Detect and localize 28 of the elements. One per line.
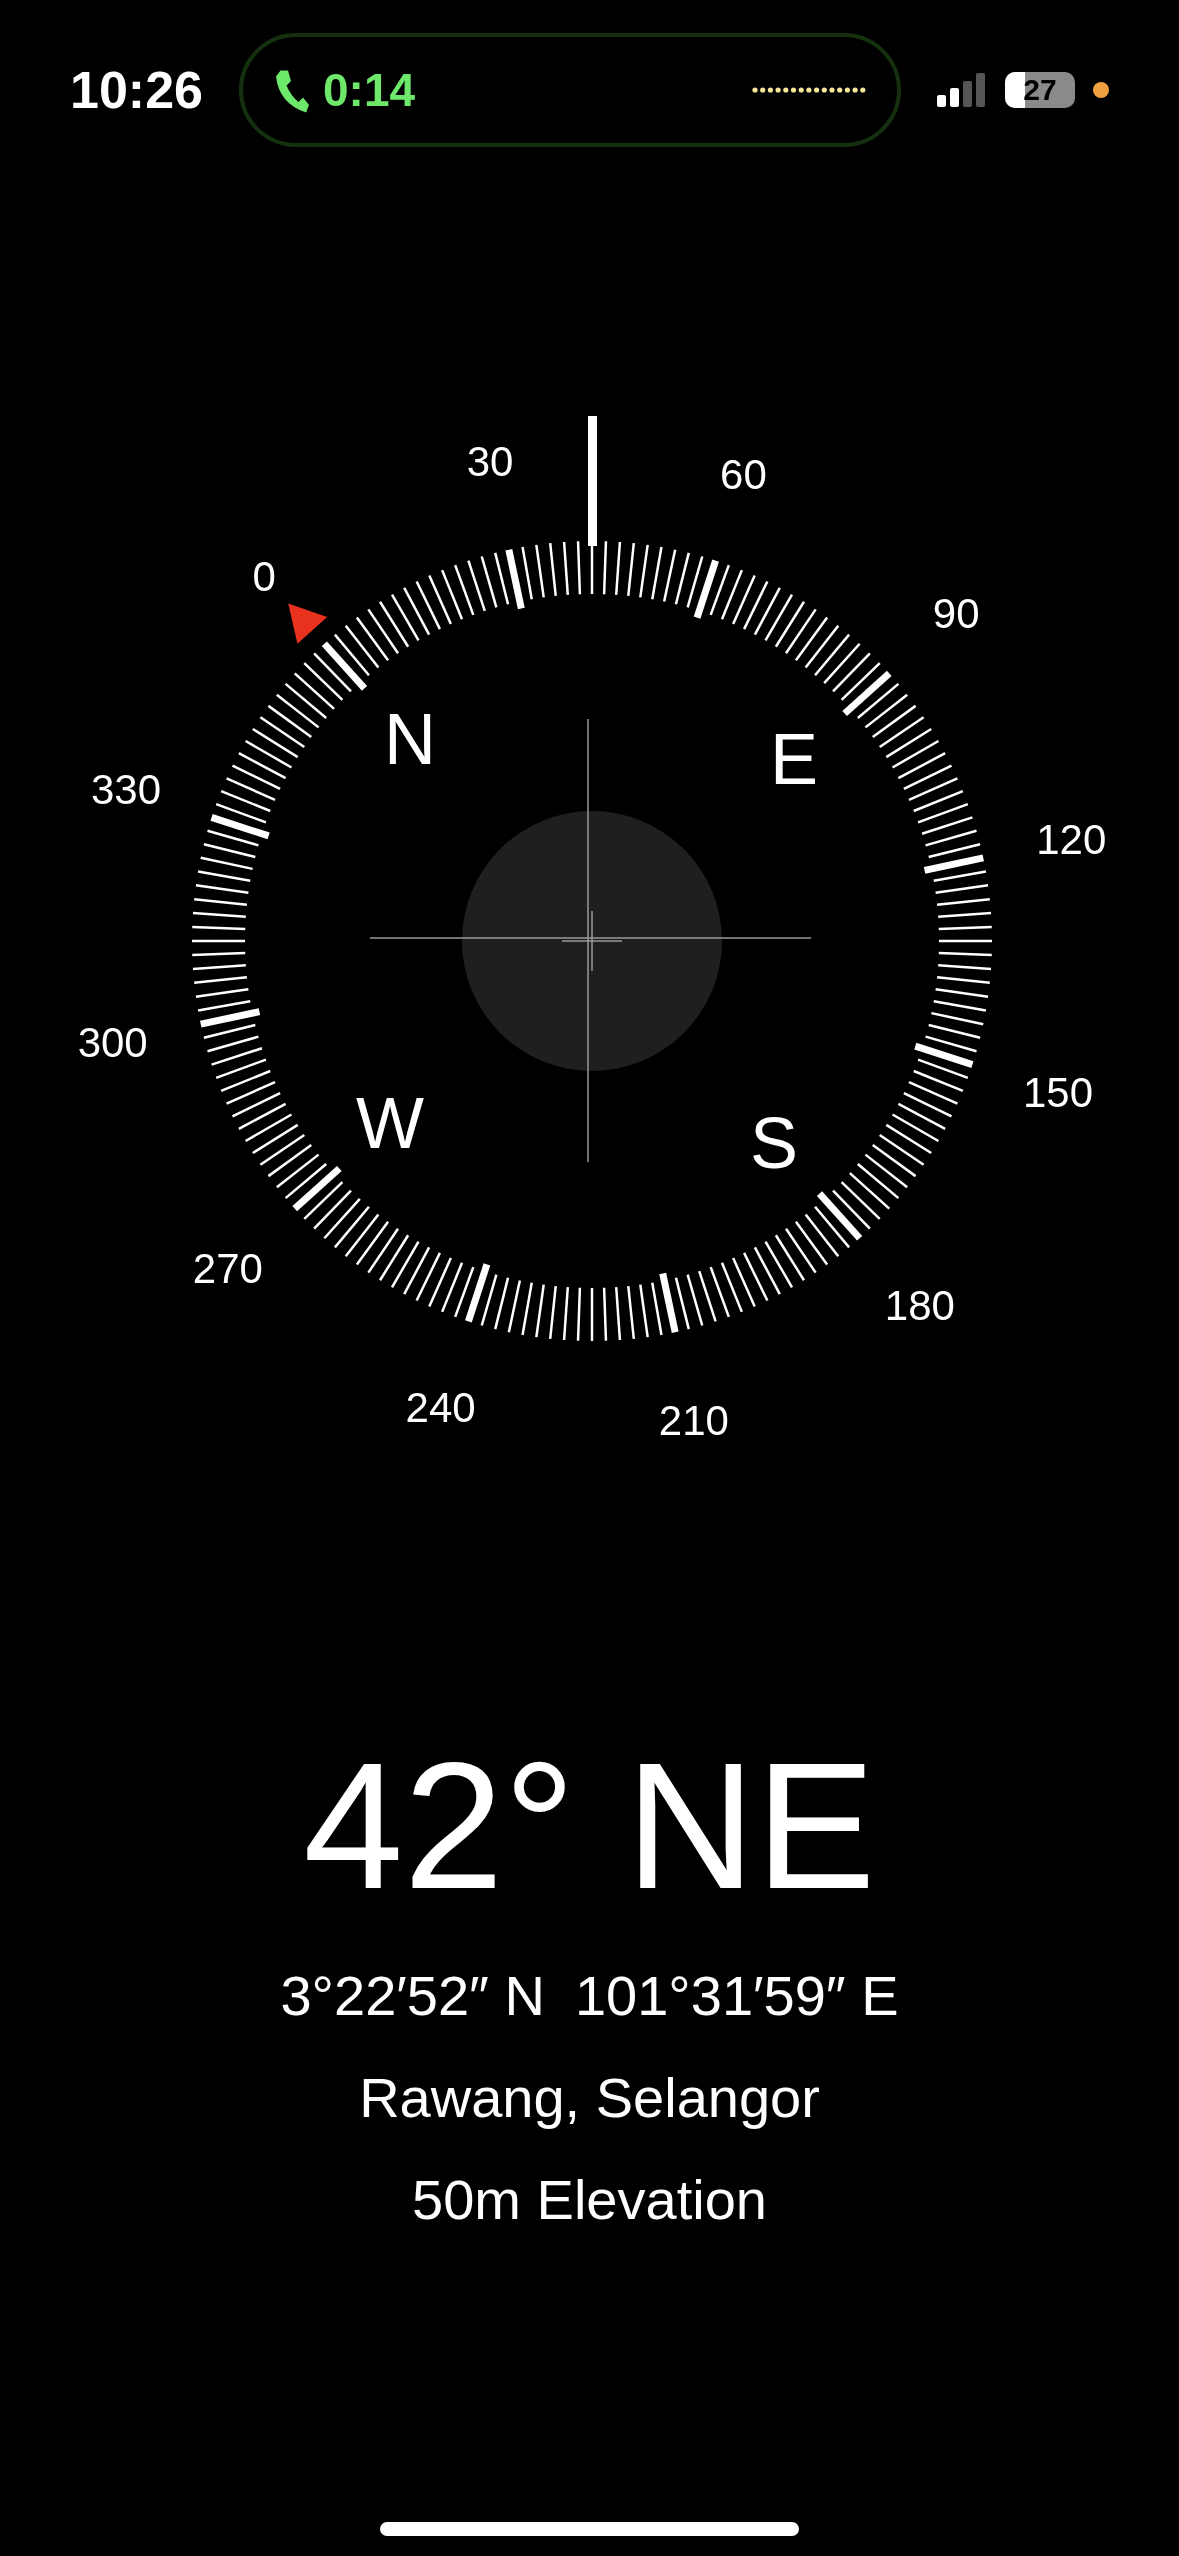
coordinate-text: 3°22′52″ N <box>280 1963 545 2029</box>
heading-reading: 42° NE <box>303 1736 876 1916</box>
degree-label: 240 <box>405 1383 476 1431</box>
degree-label: 30 <box>466 438 514 486</box>
cardinal-label: W <box>355 1083 424 1163</box>
degree-label: 180 <box>884 1281 955 1329</box>
call-indicator-pill[interactable]: 0:14 <box>239 33 901 147</box>
elevation-text: 50m Elevation <box>412 2167 767 2233</box>
degree-label: 330 <box>90 766 161 814</box>
degree-label: 150 <box>1023 1068 1094 1116</box>
degree-label: 60 <box>720 451 767 499</box>
audio-wave-icon <box>751 86 867 94</box>
cardinal-label: S <box>750 1103 798 1184</box>
cardinal-label: E <box>770 719 819 799</box>
degree-label: 0 <box>252 553 276 601</box>
degree-label: 270 <box>192 1245 263 1293</box>
degree-label: 120 <box>1036 815 1107 863</box>
home-indicator[interactable] <box>380 2522 799 2536</box>
status-time: 10:26 <box>70 60 203 121</box>
degree-label: 210 <box>658 1396 729 1444</box>
degree-label: 300 <box>77 1019 148 1067</box>
coordinate-text: 101°31′59″ E <box>574 1963 899 2029</box>
cardinal-label: N <box>384 698 436 779</box>
degree-label: 90 <box>932 589 980 637</box>
location-text: Rawang, Selangor <box>359 2065 820 2131</box>
call-duration: 0:14 <box>323 62 416 118</box>
signal-icon <box>937 73 987 107</box>
north-marker-icon <box>288 603 328 644</box>
